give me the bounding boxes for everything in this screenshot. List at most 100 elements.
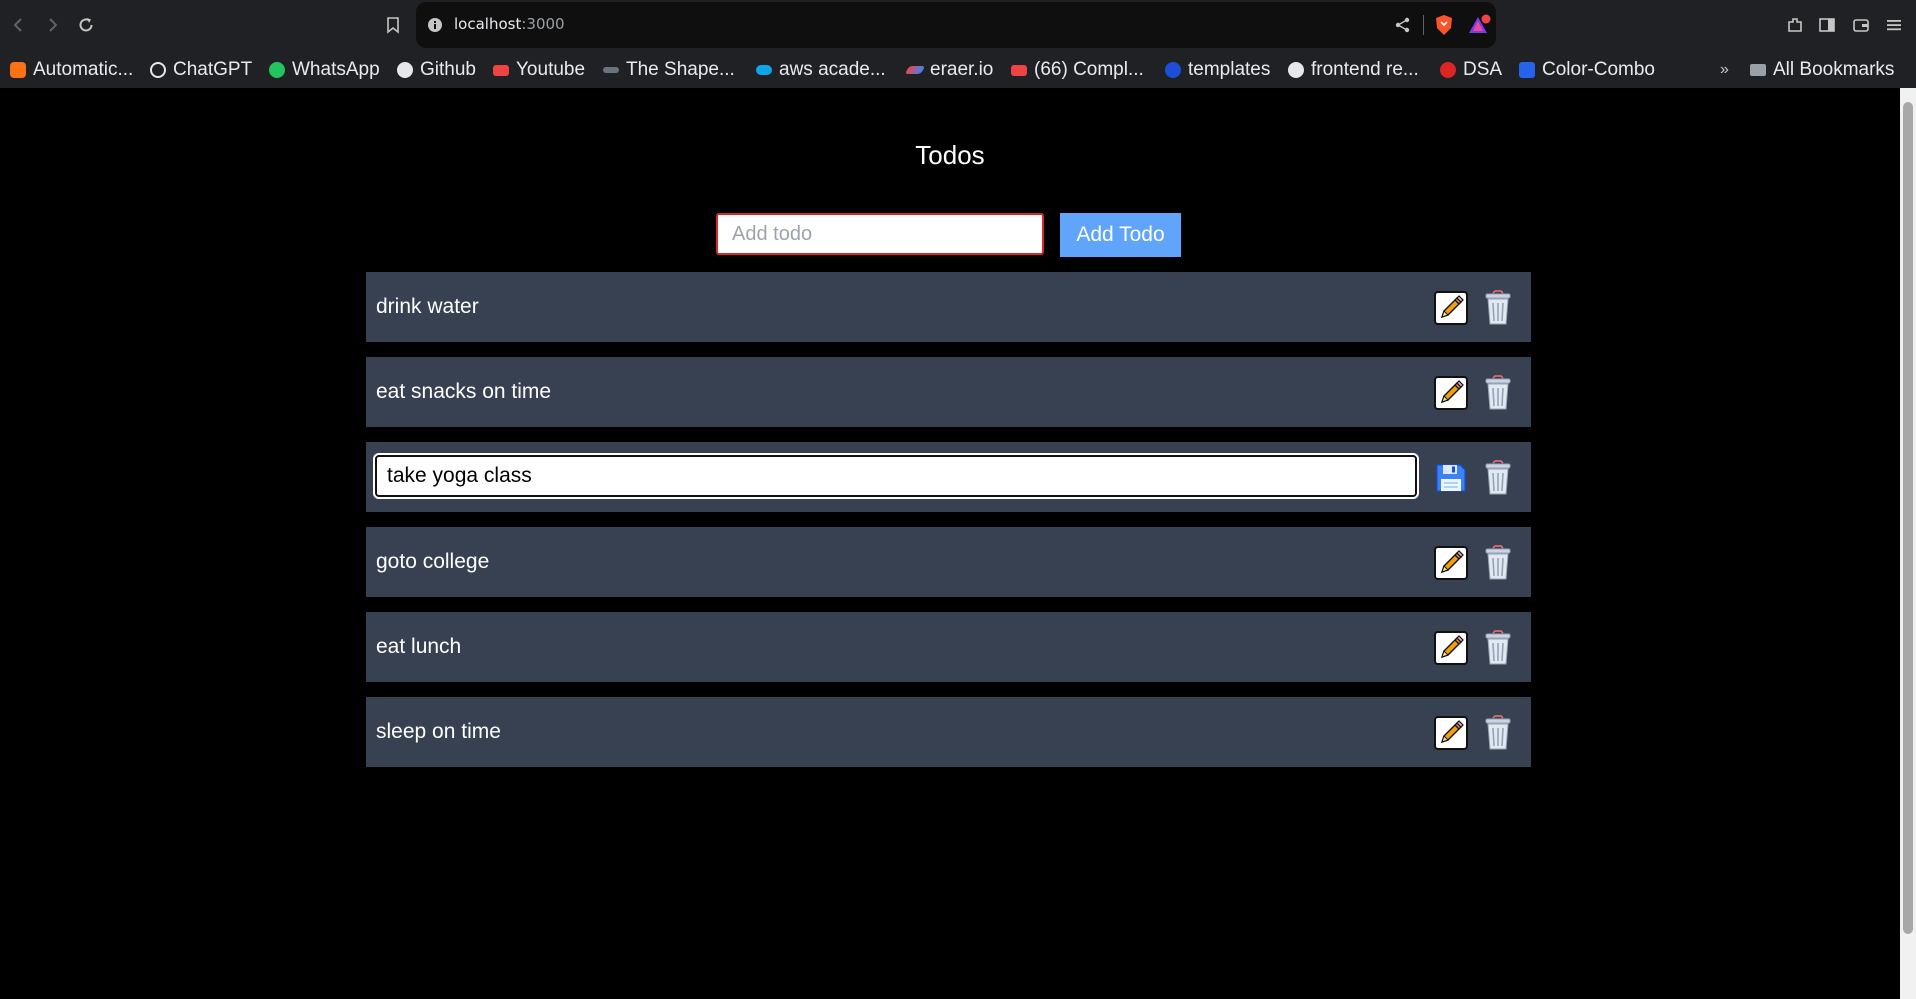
youtube-icon — [1011, 64, 1027, 76]
pencil-icon — [1434, 376, 1468, 410]
divider — [1423, 15, 1424, 35]
sidebar-button[interactable] — [1815, 13, 1839, 37]
cube-icon — [10, 62, 26, 78]
add-todo-input[interactable] — [716, 213, 1044, 255]
address-bar[interactable]: localhost:3000 — [416, 2, 1496, 48]
url-port: :3000 — [521, 15, 565, 33]
edit-button[interactable] — [1432, 288, 1470, 328]
bookmark-icon — [387, 17, 399, 34]
bookmark-item[interactable]: frontend re... — [1288, 58, 1419, 82]
trash-icon — [1485, 290, 1511, 325]
chatgpt-icon — [150, 62, 166, 78]
bookmark-item[interactable]: DSA — [1440, 58, 1502, 82]
bookmark-item[interactable]: (66) Compl... — [1011, 58, 1144, 82]
bookmark-page-button[interactable] — [381, 13, 405, 37]
trash-icon — [1485, 715, 1511, 750]
edit-button[interactable] — [1432, 373, 1470, 413]
todo-text: eat lunch — [376, 635, 462, 658]
bookmark-item[interactable]: Automatic... — [10, 58, 133, 82]
bookmark-label: aws acade... — [779, 59, 886, 80]
wallet-icon — [1853, 19, 1869, 32]
github-icon — [1288, 62, 1304, 78]
bookmark-item[interactable]: Github — [397, 58, 476, 82]
trash-icon — [1485, 630, 1511, 665]
todo-item: eat lunch — [366, 612, 1531, 682]
arrow-left-icon — [13, 18, 22, 32]
folder-icon — [1750, 64, 1766, 76]
back-button[interactable] — [7, 13, 31, 37]
pencil-icon — [1434, 631, 1468, 665]
shape-icon — [603, 67, 619, 73]
hamburger-menu-icon — [1887, 20, 1901, 31]
todo-edit-input[interactable] — [375, 455, 1417, 497]
pencil-icon — [1434, 546, 1468, 580]
github-icon — [397, 62, 413, 78]
site-info-icon[interactable] — [427, 17, 443, 33]
eraser-icon — [904, 66, 926, 74]
todo-item: goto college — [366, 527, 1531, 597]
delete-button[interactable] — [1479, 628, 1517, 668]
url-text[interactable]: localhost:3000 — [454, 15, 565, 33]
edit-button[interactable] — [1432, 713, 1470, 753]
todo-item: eat snacks on time — [366, 357, 1531, 427]
bookmark-item[interactable]: ChatGPT — [150, 58, 252, 82]
todo-item-editing — [366, 442, 1531, 512]
brave-rewards-icon[interactable] — [1468, 14, 1492, 36]
page-scrollbar[interactable] — [1900, 88, 1916, 999]
sidebar-icon — [1819, 18, 1835, 32]
delete-button[interactable] — [1479, 288, 1517, 328]
edit-button[interactable] — [1432, 543, 1470, 583]
delete-button[interactable] — [1479, 543, 1517, 583]
bookmark-label: Github — [420, 59, 476, 80]
forward-button[interactable] — [40, 13, 64, 37]
scrollbar-thumb[interactable] — [1903, 102, 1913, 934]
save-button[interactable] — [1432, 458, 1470, 498]
todo-text: sleep on time — [376, 720, 501, 743]
delete-button[interactable] — [1479, 713, 1517, 753]
bookmark-item[interactable]: eraer.io — [904, 58, 993, 82]
bookmark-item[interactable]: The Shape... — [603, 58, 735, 82]
arrow-right-icon — [49, 18, 58, 32]
toolbar: localhost:3000 — [0, 0, 1916, 50]
todo-text: eat snacks on time — [376, 380, 552, 403]
dsa-icon — [1440, 62, 1456, 78]
bookmark-label: WhatsApp — [292, 59, 380, 80]
templates-icon — [1165, 62, 1181, 78]
todo-item: drink water — [366, 272, 1531, 342]
bookmark-item[interactable]: aws acade... — [756, 58, 886, 82]
delete-button[interactable] — [1479, 373, 1517, 413]
bookmark-label: Automatic... — [33, 59, 134, 80]
bookmarks-overflow-button[interactable]: » — [1720, 58, 1729, 82]
bookmark-label: Youtube — [516, 59, 586, 80]
aws-icon — [756, 65, 772, 75]
all-bookmarks-button[interactable]: All Bookmarks — [1750, 58, 1894, 82]
bookmark-label: DSA — [1463, 59, 1503, 80]
bookmark-label: Color-Combo — [1542, 59, 1655, 80]
bookmarks-bar: Automatic... ChatGPT WhatsApp Github You… — [0, 52, 1916, 88]
bookmark-label: ChatGPT — [173, 59, 253, 80]
brave-shields-icon[interactable] — [1434, 14, 1454, 36]
edit-button[interactable] — [1432, 628, 1470, 668]
bookmark-item[interactable]: Youtube — [493, 58, 585, 82]
share-icon[interactable] — [1394, 16, 1412, 34]
bookmark-label: templates — [1188, 59, 1271, 80]
menu-button[interactable] — [1882, 13, 1906, 37]
youtube-icon — [493, 64, 509, 76]
add-todo-button[interactable]: Add Todo — [1060, 213, 1181, 257]
bookmark-item[interactable]: WhatsApp — [269, 58, 380, 82]
reload-button[interactable] — [74, 13, 98, 37]
page-title: Todos — [915, 140, 985, 170]
pencil-icon — [1434, 716, 1468, 750]
todo-item: sleep on time — [366, 697, 1531, 767]
bookmark-item[interactable]: Color-Combo — [1519, 58, 1655, 82]
puzzle-icon — [1788, 18, 1802, 32]
trash-icon — [1485, 545, 1511, 580]
wallet-button[interactable] — [1849, 13, 1873, 37]
trash-icon — [1485, 375, 1511, 410]
extensions-button[interactable] — [1783, 13, 1807, 37]
reload-icon — [79, 18, 93, 32]
bookmark-item[interactable]: templates — [1165, 58, 1270, 82]
url-host: localhost — [454, 15, 522, 33]
delete-button[interactable] — [1479, 458, 1517, 498]
bookmark-label: frontend re... — [1311, 59, 1419, 80]
